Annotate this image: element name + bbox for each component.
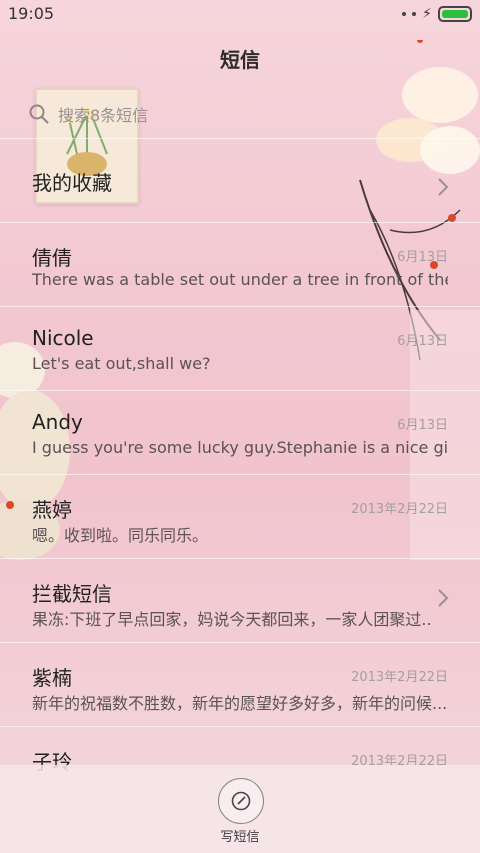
conversation-date: 6月13日 [397, 334, 448, 349]
page-title: 短信 [220, 48, 260, 72]
divider [0, 306, 480, 307]
conversation-date: 2013年2月22日 [351, 502, 448, 517]
compose-button[interactable] [218, 778, 264, 824]
conversation-preview: I guess you're some lucky guy.Stephanie … [32, 438, 448, 457]
conversation-date: 6月13日 [397, 250, 448, 265]
status-time: 19:05 [8, 4, 55, 23]
conversation-preview: There was a table set out under a tree i… [32, 270, 448, 289]
conversation-date: 2013年2月22日 [351, 670, 448, 685]
conversation-name: Nicole [32, 326, 94, 350]
conversation-row[interactable]: Nicole 6月13日 Let's eat out,shall we? [0, 316, 480, 400]
conversation-name: 燕婷 [32, 498, 72, 522]
charging-icon: ⚡ [422, 6, 432, 22]
conversation-date: 6月13日 [397, 418, 448, 433]
battery-icon [438, 6, 472, 22]
divider [0, 642, 480, 643]
conversation-row[interactable]: 紫楠 2013年2月22日 新年的祝福数不胜数，新年的愿望好多好多，新年的问候.… [0, 652, 480, 736]
signal-dot-icon [412, 12, 417, 16]
chevron-right-icon [438, 589, 449, 607]
conversation-row[interactable]: 倩倩 6月13日 There was a table set out under… [0, 232, 480, 316]
compose-label[interactable]: 写短信 [0, 826, 480, 845]
conversation-preview: Let's eat out,shall we? [32, 354, 211, 373]
conversation-name: 倩倩 [32, 246, 72, 270]
conversation-preview: 嗯。收到啦。同乐同乐。 [32, 526, 209, 545]
search-placeholder: 搜索8条短信 [58, 106, 149, 125]
conversation-name: Andy [32, 410, 83, 434]
search-input[interactable]: 搜索8条短信 [28, 96, 448, 132]
divider [0, 726, 480, 727]
divider [0, 138, 480, 139]
search-icon [29, 104, 49, 124]
divider [0, 390, 480, 391]
status-icons: ⚡ [402, 5, 472, 23]
conversation-preview: 果冻:下班了早点回家，妈说今天都回来，一家人团聚过... [32, 610, 432, 629]
status-bar: 19:05 ⚡ [0, 0, 480, 28]
conversation-name: 紫楠 [32, 666, 72, 690]
conversation-name: 我的收藏 [32, 171, 112, 195]
divider [0, 474, 480, 475]
conversation-row[interactable]: 燕婷 2013年2月22日 嗯。收到啦。同乐同乐。 [0, 484, 480, 568]
conversation-row[interactable]: Andy 6月13日 I guess you're some lucky guy… [0, 400, 480, 484]
conversation-row-blocked[interactable]: 拦截短信 果冻:下班了早点回家，妈说今天都回来，一家人团聚过... [0, 568, 480, 652]
compose-icon [231, 791, 251, 811]
chevron-right-icon [438, 178, 449, 196]
conversation-name: 拦截短信 [32, 582, 112, 606]
signal-dot-icon [402, 12, 407, 16]
divider [0, 222, 480, 223]
conversation-preview: 新年的祝福数不胜数，新年的愿望好多好多，新年的问候... [32, 694, 448, 713]
conversation-row-favorites[interactable]: 我的收藏 [0, 157, 480, 241]
divider [0, 558, 480, 559]
